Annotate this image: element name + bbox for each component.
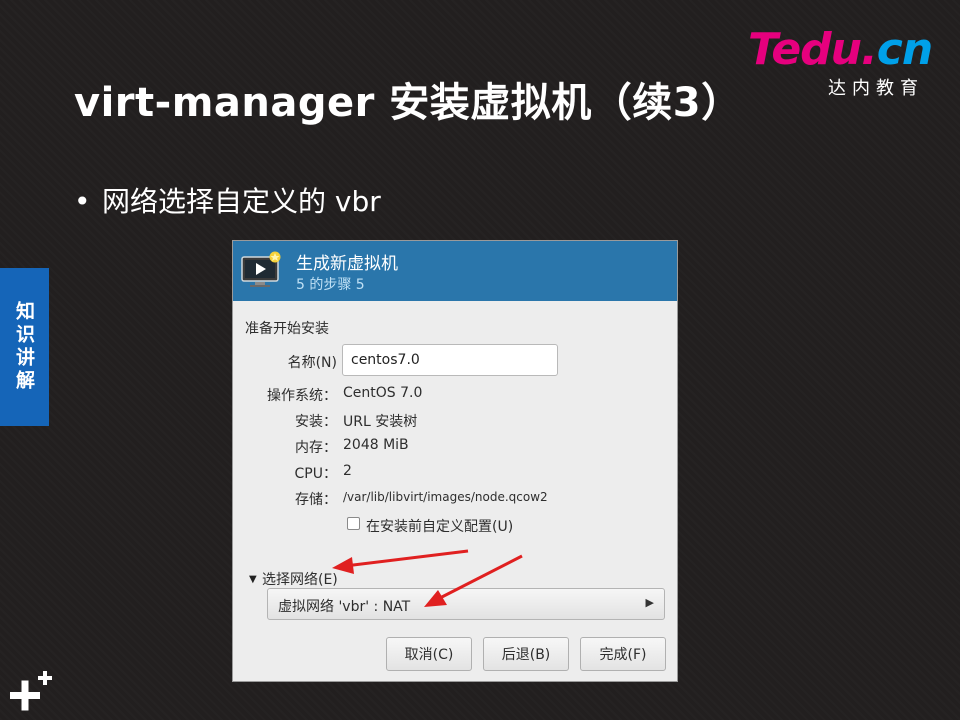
- bullet-text: 网络选择自定义的 vbr: [102, 185, 381, 218]
- os-value: CentOS 7.0: [343, 385, 423, 401]
- bullet-point: • 网络选择自定义的 vbr: [74, 180, 381, 220]
- name-input[interactable]: [342, 344, 558, 376]
- network-expander[interactable]: 选择网络(E): [262, 569, 338, 589]
- customize-checkbox[interactable]: [347, 517, 360, 530]
- slide-title: virt-manager 安装虚拟机（续3）: [74, 80, 742, 126]
- network-select-value: 虚拟网络 'vbr' : NAT: [278, 599, 411, 615]
- plus-logo-icon: [10, 671, 52, 711]
- dialog-header: 生成新虚拟机 5 的步骤 5: [233, 241, 677, 301]
- dialog-step: 5 的步骤 5: [296, 277, 365, 293]
- install-label: 安装：: [295, 414, 337, 430]
- logo-subtitle: 达内教育: [828, 78, 924, 99]
- chevron-right-icon: ▶: [645, 596, 654, 609]
- network-select[interactable]: 虚拟网络 'vbr' : NAT ▶: [267, 588, 665, 620]
- cancel-button[interactable]: 取消(C): [386, 637, 472, 671]
- memory-label: 内存：: [295, 440, 337, 456]
- new-vm-dialog: 生成新虚拟机 5 的步骤 5 准备开始安装 名称(N) 操作系统： CentOS…: [232, 240, 678, 682]
- monitor-play-icon: [241, 251, 281, 287]
- customize-checkbox-label[interactable]: 在安装前自定义配置(U): [366, 516, 513, 536]
- back-button[interactable]: 后退(B): [483, 637, 569, 671]
- section-label: 准备开始安装: [245, 321, 329, 337]
- cpu-label: CPU：: [294, 466, 337, 482]
- expander-triangle-icon[interactable]: ▼: [249, 574, 257, 585]
- side-tab-knowledge: 知识讲解: [0, 268, 49, 426]
- finish-button[interactable]: 完成(F): [580, 637, 666, 671]
- tedu-logo: Tedu.cn 达内教育: [748, 24, 938, 100]
- memory-value: 2048 MiB: [343, 437, 409, 453]
- dialog-title: 生成新虚拟机: [296, 254, 398, 274]
- storage-label: 存储：: [295, 492, 337, 508]
- name-label: 名称(N): [287, 355, 337, 371]
- logo-wordmark: Tedu.cn: [748, 24, 933, 75]
- storage-value: /var/lib/libvirt/images/node.qcow2: [343, 490, 548, 504]
- install-value: URL 安装树: [343, 414, 418, 430]
- bullet-dot-icon: •: [74, 185, 91, 218]
- os-label: 操作系统：: [267, 388, 337, 404]
- cpu-value: 2: [343, 463, 352, 479]
